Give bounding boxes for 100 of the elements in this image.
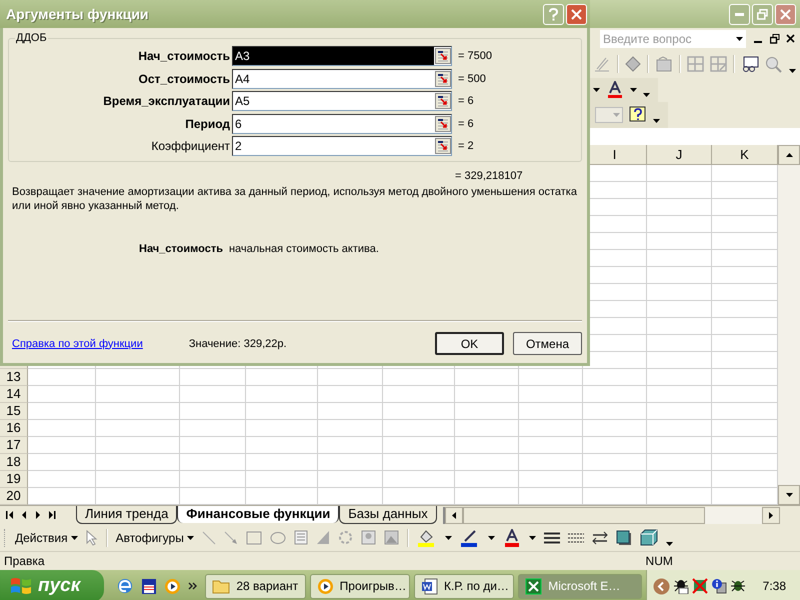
table-cell bbox=[647, 403, 712, 420]
font-color-icon[interactable] bbox=[502, 528, 521, 546]
table-cell bbox=[647, 216, 712, 233]
dropdown-arrow-icon[interactable] bbox=[666, 542, 673, 546]
last-sheet-icon[interactable] bbox=[48, 511, 56, 519]
column-header[interactable]: K bbox=[712, 145, 778, 165]
shadow-style-icon[interactable] bbox=[616, 530, 632, 546]
argument-result: = 6 bbox=[457, 95, 474, 108]
taskbar-button[interactable]: 28 вариант bbox=[205, 574, 306, 598]
diamond-icon[interactable] bbox=[625, 56, 641, 72]
line-style-icon[interactable] bbox=[544, 532, 560, 544]
restore-icon bbox=[757, 8, 768, 20]
row-header[interactable]: 16 bbox=[0, 420, 28, 437]
row-header[interactable]: 17 bbox=[0, 437, 28, 454]
row-header[interactable]: 15 bbox=[0, 403, 28, 420]
table-cell bbox=[647, 250, 712, 267]
arrow-style-icon[interactable] bbox=[592, 530, 608, 544]
table-cell bbox=[583, 454, 647, 471]
crossed-monitor-icon[interactable] bbox=[692, 578, 708, 594]
close-icon bbox=[780, 8, 791, 20]
table-cell bbox=[383, 420, 455, 437]
info-icon[interactable] bbox=[710, 578, 727, 594]
table-cell bbox=[455, 471, 519, 488]
taskbar-button[interactable]: Проигрыв… bbox=[310, 574, 410, 598]
dropdown-arrow-icon bbox=[613, 113, 620, 117]
browser-icon[interactable] bbox=[116, 577, 134, 595]
row-header[interactable]: 19 bbox=[0, 471, 28, 488]
chevron-icon[interactable] bbox=[188, 582, 198, 590]
windows-flag-icon bbox=[10, 576, 32, 596]
help-icon[interactable] bbox=[629, 106, 647, 124]
table-cell bbox=[647, 386, 712, 403]
table-cell bbox=[647, 233, 712, 250]
restore-icon[interactable] bbox=[770, 34, 780, 44]
dropdown-arrow-icon[interactable] bbox=[593, 88, 600, 92]
argument-label: Время_эксплуатации bbox=[102, 94, 231, 108]
row-header[interactable]: 18 bbox=[0, 454, 28, 471]
argument-label: Нач_стоимость bbox=[137, 49, 231, 64]
dropdown-arrow-icon[interactable] bbox=[488, 536, 495, 540]
num-lock-indicator: NUM bbox=[646, 554, 673, 568]
table-cell bbox=[28, 454, 96, 471]
table-cell bbox=[318, 454, 383, 471]
media-player-icon[interactable] bbox=[164, 578, 182, 594]
row-header[interactable]: 14 bbox=[0, 386, 28, 403]
dropdown-arrow-icon[interactable] bbox=[444, 536, 452, 540]
dropdown-arrow-icon bbox=[736, 37, 743, 41]
autoshapes-menu[interactable]: Автофигуры bbox=[116, 530, 194, 544]
argument-result: = 2 bbox=[457, 140, 474, 152]
table-cell bbox=[647, 301, 712, 318]
question-field[interactable]: Введите вопрос bbox=[600, 30, 746, 48]
dropdown-arrow-icon bbox=[70, 536, 78, 540]
taskbar-button[interactable]: К.Р. по ди… bbox=[414, 574, 514, 598]
row-header[interactable]: 20 bbox=[0, 488, 28, 505]
close-icon[interactable] bbox=[786, 34, 796, 44]
actions-menu[interactable]: Действия bbox=[15, 530, 78, 544]
3d-style-icon[interactable] bbox=[640, 529, 658, 546]
vertical-scrollbar[interactable] bbox=[778, 145, 800, 505]
row-header[interactable]: 13 bbox=[0, 369, 28, 386]
table-cell bbox=[383, 437, 455, 454]
dash-style-icon[interactable] bbox=[568, 532, 584, 544]
sheet-tab[interactable]: Линия тренда bbox=[76, 506, 178, 524]
fill-color-icon[interactable] bbox=[416, 528, 437, 546]
line-color-icon[interactable] bbox=[460, 528, 480, 546]
table-cell bbox=[383, 471, 455, 488]
expand-tray-icon[interactable] bbox=[652, 578, 670, 594]
table-cell bbox=[583, 437, 647, 454]
table-cell bbox=[583, 386, 647, 403]
close-button[interactable] bbox=[566, 4, 587, 24]
previous-sheet-icon[interactable] bbox=[20, 511, 28, 519]
folder-icon bbox=[212, 578, 230, 594]
spreadsheet-icon bbox=[525, 578, 542, 594]
dropdown-arrow-icon[interactable] bbox=[653, 119, 660, 123]
table-cell bbox=[318, 471, 383, 488]
sheet-tab[interactable]: Финансовые функции bbox=[177, 506, 340, 523]
column-header[interactable]: J bbox=[647, 145, 712, 165]
argument-label: Период bbox=[184, 116, 231, 131]
table-cell bbox=[180, 369, 246, 386]
font-color-icon[interactable] bbox=[606, 81, 624, 99]
table-cell bbox=[383, 386, 455, 403]
table-cell bbox=[647, 437, 712, 454]
print-preview-icon[interactable] bbox=[741, 56, 759, 72]
function-name: ДДОБ bbox=[15, 32, 48, 44]
dropdown-arrow-icon[interactable] bbox=[528, 536, 536, 540]
help-link[interactable]: Справка по этой функции bbox=[12, 338, 143, 350]
clock: 7:38 bbox=[762, 579, 786, 593]
bug-icon[interactable] bbox=[730, 578, 746, 594]
dropdown-arrow-icon[interactable] bbox=[789, 69, 796, 73]
ok-button[interactable]: OK bbox=[435, 332, 504, 355]
bug-icon[interactable] bbox=[672, 578, 689, 594]
minimize-icon bbox=[735, 12, 744, 16]
next-sheet-icon[interactable] bbox=[34, 511, 42, 519]
pointer-icon[interactable] bbox=[86, 530, 98, 546]
clip-art-icon[interactable] bbox=[360, 530, 376, 545]
start-button[interactable]: пуск bbox=[0, 570, 104, 600]
first-sheet-icon[interactable] bbox=[6, 511, 14, 519]
table-cell bbox=[583, 403, 647, 420]
close-button[interactable] bbox=[775, 4, 796, 24]
cancel-button[interactable]: Отмена bbox=[513, 332, 582, 355]
table-cell bbox=[647, 454, 712, 471]
horizontal-scrollbar[interactable] bbox=[442, 506, 780, 524]
sheet-tab[interactable]: Базы данных bbox=[339, 506, 437, 524]
